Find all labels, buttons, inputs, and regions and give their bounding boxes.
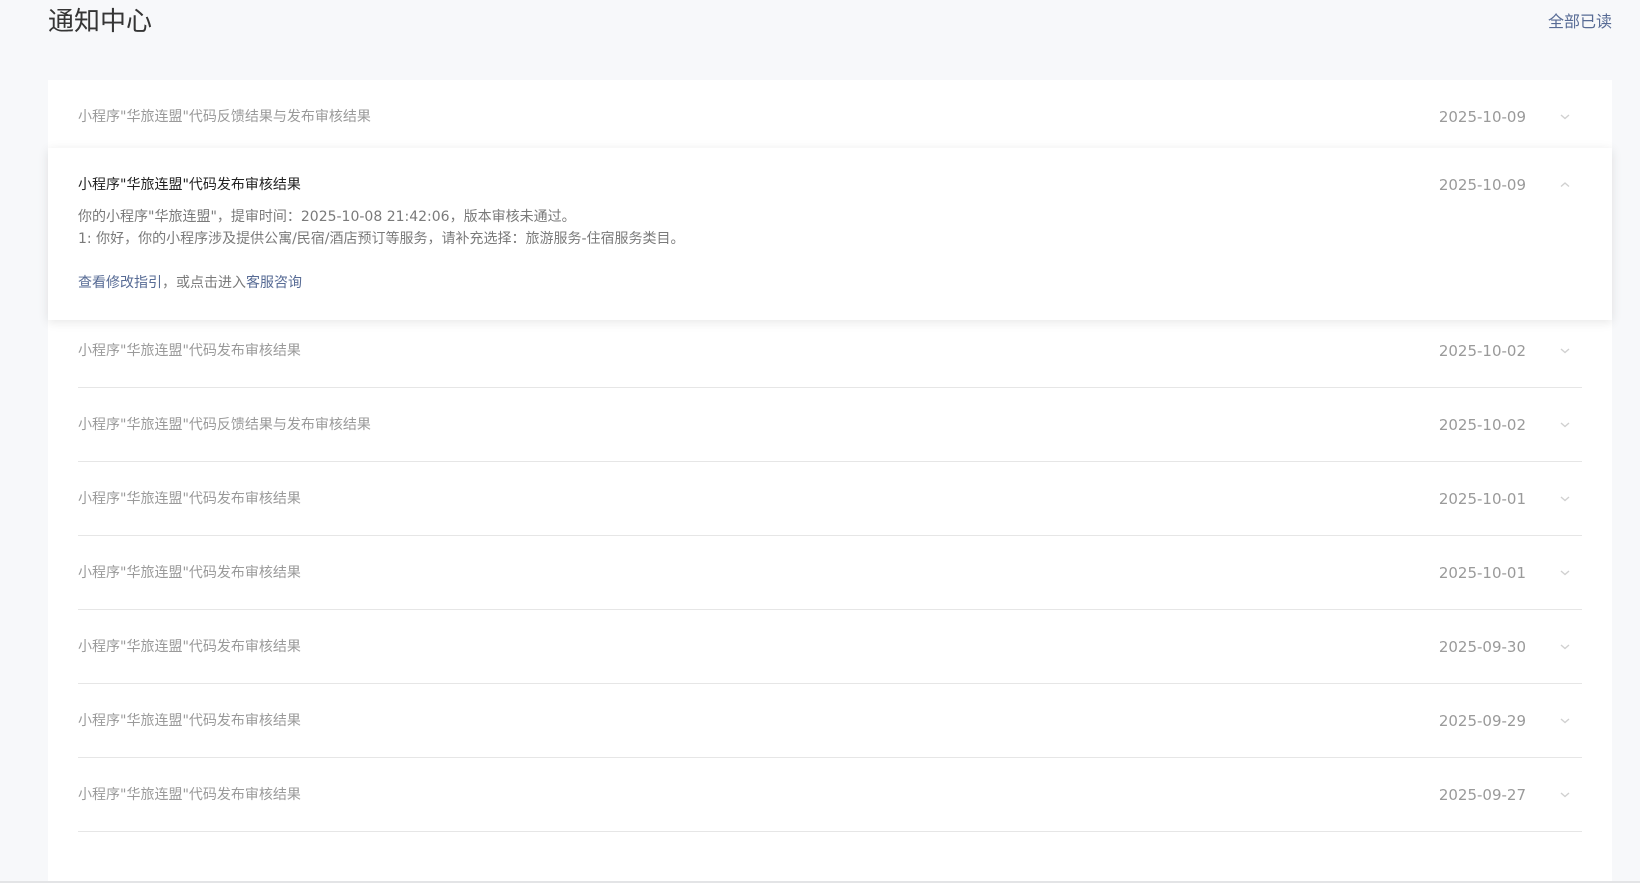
chevron-down-icon[interactable] — [1558, 110, 1572, 124]
notification-title: 小程序"华旅连盟"代码发布审核结果 — [78, 565, 301, 581]
notification-item-expanded[interactable]: 小程序"华旅连盟"代码发布审核结果 2025-10-09 你的小程序"华旅连盟"… — [48, 148, 1612, 320]
mark-all-read-link[interactable]: 全部已读 — [1548, 10, 1612, 34]
chevron-up-icon[interactable] — [1558, 178, 1572, 192]
view-guide-link[interactable]: 查看修改指引 — [78, 275, 162, 291]
notification-date: 2025-10-02 — [1438, 416, 1526, 434]
notification-item[interactable]: 小程序"华旅连盟"代码发布审核结果 2025-09-30 — [48, 610, 1612, 684]
notification-center-page: 通知中心 全部已读 小程序"华旅连盟"代码反馈结果与发布审核结果 2025-10… — [0, 0, 1640, 883]
notification-date: 2025-09-30 — [1438, 638, 1526, 656]
chevron-down-icon[interactable] — [1558, 714, 1572, 728]
notification-title: 小程序"华旅连盟"代码发布审核结果 — [78, 787, 301, 803]
notification-date: 2025-10-09 — [1438, 176, 1526, 194]
notification-title: 小程序"华旅连盟"代码发布审核结果 — [78, 177, 301, 193]
notification-date: 2025-10-01 — [1438, 564, 1526, 582]
chevron-down-icon[interactable] — [1558, 566, 1572, 580]
chevron-down-icon[interactable] — [1558, 788, 1572, 802]
notification-title: 小程序"华旅连盟"代码发布审核结果 — [78, 491, 301, 507]
notification-title: 小程序"华旅连盟"代码发布审核结果 — [78, 343, 301, 359]
detail-line: 1: 你好，你的小程序涉及提供公寓/民宿/酒店预订等服务，请补充选择：旅游服务-… — [78, 231, 685, 247]
chevron-down-icon[interactable] — [1558, 640, 1572, 654]
detail-connector-text: ，或点击进入 — [162, 275, 246, 291]
detail-actions: 查看修改指引，或点击进入客服咨询 — [78, 272, 685, 294]
page-title: 通知中心 — [48, 7, 153, 37]
notification-title: 小程序"华旅连盟"代码反馈结果与发布审核结果 — [78, 417, 371, 433]
notification-title: 小程序"华旅连盟"代码发布审核结果 — [78, 639, 301, 655]
notification-date: 2025-09-29 — [1438, 712, 1526, 730]
divider — [78, 831, 1582, 832]
chevron-down-icon[interactable] — [1558, 492, 1572, 506]
notification-item[interactable]: 小程序"华旅连盟"代码发布审核结果 2025-09-29 — [48, 684, 1612, 758]
notification-item[interactable]: 小程序"华旅连盟"代码反馈结果与发布审核结果 2025-10-09 — [48, 80, 1612, 154]
notification-list: 小程序"华旅连盟"代码反馈结果与发布审核结果 2025-10-09 小程序"华旅… — [48, 80, 1612, 883]
notification-date: 2025-09-27 — [1438, 786, 1526, 804]
notification-date: 2025-10-01 — [1438, 490, 1526, 508]
notification-item[interactable]: 小程序"华旅连盟"代码发布审核结果 2025-10-01 — [48, 536, 1612, 610]
customer-service-link[interactable]: 客服咨询 — [246, 275, 302, 291]
detail-line: 你的小程序"华旅连盟"，提审时间：2025-10-08 21:42:06，版本审… — [78, 209, 576, 225]
chevron-down-icon[interactable] — [1558, 418, 1572, 432]
page-header: 通知中心 全部已读 — [0, 0, 1640, 60]
notification-item[interactable]: 小程序"华旅连盟"代码发布审核结果 2025-10-01 — [48, 462, 1612, 536]
notification-title: 小程序"华旅连盟"代码发布审核结果 — [78, 713, 301, 729]
notification-detail: 你的小程序"华旅连盟"，提审时间：2025-10-08 21:42:06，版本审… — [78, 206, 685, 294]
notification-item[interactable]: 小程序"华旅连盟"代码发布审核结果 2025-10-02 — [48, 314, 1612, 388]
notification-item[interactable]: 小程序"华旅连盟"代码反馈结果与发布审核结果 2025-10-02 — [48, 388, 1612, 462]
chevron-down-icon[interactable] — [1558, 344, 1572, 358]
notification-item[interactable]: 小程序"华旅连盟"代码发布审核结果 2025-09-27 — [48, 758, 1612, 832]
notification-title: 小程序"华旅连盟"代码反馈结果与发布审核结果 — [78, 109, 371, 125]
notification-date: 2025-10-09 — [1438, 108, 1526, 126]
notification-date: 2025-10-02 — [1438, 342, 1526, 360]
